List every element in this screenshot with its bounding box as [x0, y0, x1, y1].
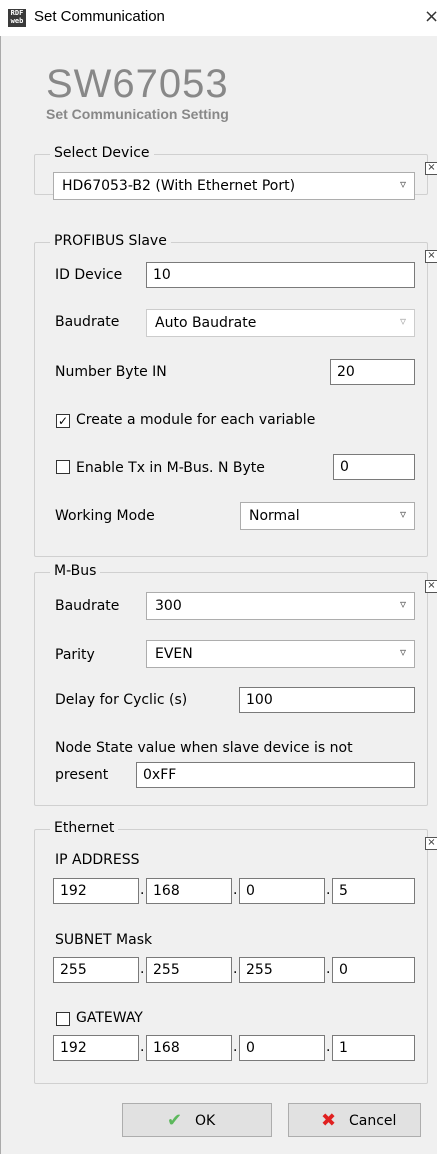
working-mode-label: Working Mode: [55, 508, 155, 524]
chevron-down-icon: ▿: [399, 177, 406, 191]
ip-octet-1[interactable]: 192: [53, 878, 139, 904]
gateway-octet-4[interactable]: 1: [332, 1035, 415, 1061]
subnet-octet-3[interactable]: 255: [239, 957, 325, 983]
parity-label: Parity: [55, 647, 95, 663]
app-icon: RDF web: [8, 9, 26, 27]
working-mode-value: Normal: [249, 508, 300, 524]
close-box-icon[interactable]: ×: [425, 162, 437, 175]
ip-octet-4[interactable]: 5: [332, 878, 415, 904]
number-byte-in-input[interactable]: 20: [330, 359, 415, 385]
ip-address-label: IP ADDRESS: [55, 852, 140, 868]
title-bar: RDF web Set Communication ×: [0, 0, 437, 36]
create-module-label: Create a module for each variable: [76, 412, 316, 428]
profibus-group-label: PROFIBUS Slave: [50, 233, 171, 249]
subnet-octet-4[interactable]: 0: [332, 957, 415, 983]
chevron-down-icon: ▿: [399, 314, 406, 328]
separator-dot: .: [140, 961, 145, 977]
subnet-octet-1[interactable]: 255: [53, 957, 139, 983]
page-title: SW67053: [46, 62, 229, 106]
chevron-down-icon: ▿: [399, 507, 406, 521]
page-subtitle: Set Communication Setting: [46, 106, 229, 122]
enable-tx-checkbox[interactable]: [56, 460, 70, 474]
number-byte-in-label: Number Byte IN: [55, 364, 167, 380]
id-device-input[interactable]: 10: [146, 262, 415, 288]
close-icon[interactable]: ×: [424, 6, 437, 27]
gateway-checkbox[interactable]: [56, 1012, 70, 1026]
separator-dot: .: [326, 961, 331, 977]
id-device-label: ID Device: [55, 267, 123, 283]
separator-dot: .: [140, 882, 145, 898]
mbus-baudrate-select[interactable]: 300 ▿: [146, 592, 415, 620]
separator-dot: .: [233, 961, 238, 977]
close-box-icon[interactable]: ×: [425, 250, 437, 263]
node-state-input[interactable]: 0xFF: [136, 762, 415, 788]
create-module-checkbox[interactable]: ✓: [56, 414, 70, 428]
select-device-group-label: Select Device: [50, 145, 154, 161]
ok-button-label: OK: [195, 1113, 216, 1129]
ethernet-group-label: Ethernet: [50, 820, 119, 836]
separator-dot: .: [326, 882, 331, 898]
separator-dot: .: [233, 882, 238, 898]
window-title: Set Communication: [34, 8, 165, 25]
gateway-octet-2[interactable]: 168: [146, 1035, 232, 1061]
mbus-group-label: M-Bus: [50, 563, 101, 579]
separator-dot: .: [233, 1039, 238, 1055]
gateway-octet-3[interactable]: 0: [239, 1035, 325, 1061]
enable-tx-input[interactable]: 0: [333, 454, 415, 480]
mbus-baudrate-value: 300: [155, 598, 182, 614]
node-state-label: Node State value when slave device is no…: [55, 740, 353, 756]
gateway-label: GATEWAY: [76, 1010, 143, 1026]
subnet-octet-2[interactable]: 255: [146, 957, 232, 983]
chevron-down-icon: ▿: [399, 597, 406, 611]
mbus-baudrate-label: Baudrate: [55, 598, 120, 614]
red-x-icon: ✖: [321, 1110, 337, 1131]
close-box-icon[interactable]: ×: [425, 580, 437, 593]
checkmark-icon: ✔: [167, 1110, 183, 1131]
parity-value: EVEN: [155, 646, 193, 662]
separator-dot: .: [140, 1039, 145, 1055]
delay-cyclic-label: Delay for Cyclic (s): [55, 692, 188, 708]
close-box-icon[interactable]: ×: [425, 837, 437, 850]
separator-dot: .: [326, 1039, 331, 1055]
ok-button[interactable]: ✔ OK: [122, 1103, 272, 1137]
working-mode-select[interactable]: Normal ▿: [240, 502, 415, 530]
ip-octet-2[interactable]: 168: [146, 878, 232, 904]
delay-cyclic-input[interactable]: 100: [239, 687, 415, 713]
cancel-button-label: Cancel: [349, 1113, 397, 1129]
subnet-label: SUBNET Mask: [55, 932, 153, 948]
ip-octet-3[interactable]: 0: [239, 878, 325, 904]
profibus-baudrate-label: Baudrate: [55, 314, 120, 330]
gateway-octet-1[interactable]: 192: [53, 1035, 139, 1061]
device-select[interactable]: HD67053-B2 (With Ethernet Port) ▿: [53, 172, 415, 200]
node-state-label-cont: present: [55, 767, 109, 783]
profibus-baudrate-select[interactable]: Auto Baudrate ▿: [146, 309, 415, 337]
device-select-value: HD67053-B2 (With Ethernet Port): [62, 178, 296, 194]
chevron-down-icon: ▿: [399, 645, 406, 659]
profibus-baudrate-value: Auto Baudrate: [155, 315, 257, 331]
parity-select[interactable]: EVEN ▿: [146, 640, 415, 668]
enable-tx-label: Enable Tx in M-Bus. N Byte: [76, 460, 265, 476]
cancel-button[interactable]: ✖ Cancel: [288, 1103, 421, 1137]
